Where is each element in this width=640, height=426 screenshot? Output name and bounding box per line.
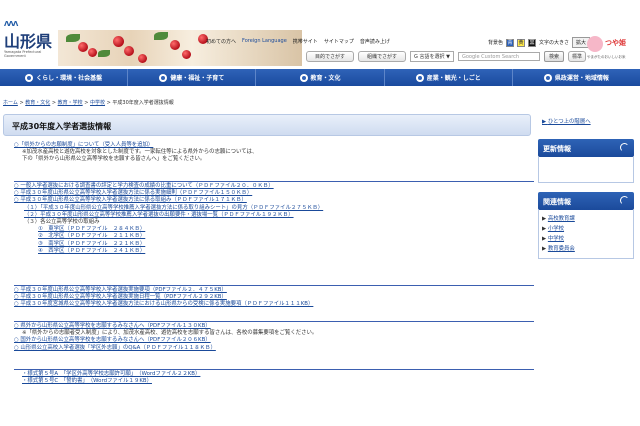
overseas-guide-link[interactable]: ○ 国外から山形県公立高等学校を志願するみなさんへ（PDFファイル２０６KB）	[14, 337, 534, 344]
search-button[interactable]: 検索	[543, 51, 564, 62]
google-translate-select[interactable]: G 言語を選択 ▼	[410, 51, 454, 62]
related-item[interactable]: ▶ 小学校	[542, 224, 630, 234]
news-heading: 更新情報	[538, 139, 634, 157]
bg-color-yellow-button[interactable]: 黄	[517, 38, 526, 47]
nav-item-living[interactable]: くらし・環境・社会基盤	[0, 69, 129, 86]
related-body: ▶ 高校教育課 ▶ 小学校 ▶ 中学校 ▶ 教育委員会	[538, 210, 634, 259]
outside-applicant-note-2: 下の「県外から山形県公立高等学校を志願する皆さんへ」をご覧ください。	[22, 156, 206, 163]
breadcrumb-school[interactable]: 教育・学校	[58, 100, 83, 106]
list-item-link[interactable]: ○ 平成３０年度宮城県公立高等学校入学者選抜方法における山形県からの受検に係る実…	[14, 301, 534, 308]
district-link-north[interactable]: ② 北学区（ＰＤＦファイル ２１１ＫＢ）	[38, 233, 534, 240]
site-header: ΛΛΛ 山形県 Yamagata Prefectural Government …	[0, 0, 640, 68]
translate-label: 言語を選択	[419, 54, 445, 60]
search-input[interactable]: Google Custom Search	[457, 52, 540, 61]
site-logo[interactable]: ΛΛΛ 山形県 Yamagata Prefectural Government	[4, 20, 56, 66]
district-link-south[interactable]: ③ 南学区（ＰＤＦファイル ２２１ＫＢ）	[38, 241, 534, 248]
nav-bullet-icon	[159, 73, 168, 82]
logo-text: 山形県	[4, 32, 53, 51]
form-link[interactable]: ・様式第５号C 「誓約書」 （Wordファイル１９KB）	[22, 378, 534, 385]
divider	[14, 285, 534, 286]
main-navigation: くらし・環境・社会基盤 健康・福祉・子育て 教育・文化 産業・観光・しごと 県政…	[0, 69, 640, 86]
rss-icon[interactable]	[620, 143, 629, 152]
section-applicants-guide: ○ 県外から山形県公立高等学校を志願するみなさんへ（PDFファイル１３０KB） …	[14, 320, 534, 352]
main-content: 平成30年度入学者選抜情報 ○「県外からの志願制度」について（受入人員等を追加）…	[0, 114, 534, 426]
nav-bullet-icon	[415, 73, 424, 82]
text-size-label: 文字の大きさ	[539, 40, 570, 46]
nav-label: 県政運営・地域情報	[554, 75, 609, 82]
related-item[interactable]: ▶ 中学校	[542, 234, 630, 244]
section-selection-methods: ○ 一般入学者選抜における調査書の評定と学力検査の成績の比重について（ＰＤＦファ…	[14, 180, 534, 255]
nav-item-industry[interactable]: 産業・観光・しごと	[385, 69, 513, 86]
tsuyahime-banner[interactable]: つや姫 やまがたのおいしいお米	[587, 36, 637, 66]
section-guidelines: ○ 平成３０年度山形県公立高等学校入学者選抜実施要項（PDFファイル２．４７５K…	[14, 284, 534, 309]
bg-color-blue-button[interactable]: 青	[506, 38, 515, 47]
breadcrumb-current: 平成30年度入学者選抜情報	[112, 100, 174, 106]
utility-link-sitemap[interactable]: サイトマップ	[324, 38, 354, 45]
qa-link[interactable]: ○ 山形県公立高校入学者選抜「学区外志願」のQ&A（ＰＤＦファイル１１８ＫＢ）	[14, 345, 534, 352]
breadcrumb-culture[interactable]: 教育・文化	[25, 100, 50, 106]
related-heading: 関連情報	[538, 192, 634, 210]
nav-label: 健康・福祉・子育て	[170, 75, 225, 82]
nav-bullet-icon	[543, 73, 552, 82]
standard-text-button[interactable]: 標準	[567, 51, 586, 62]
divider	[14, 181, 534, 182]
nav-bullet-icon	[299, 73, 308, 82]
nav-bullet-icon	[25, 73, 34, 82]
divider	[14, 369, 534, 370]
sidebar: ▶ ひとつ上の階層へ 更新情報 関連情報 ▶ 高校教育課 ▶ 小学校 ▶ 中学校…	[538, 114, 634, 259]
background-color-label: 背景色	[488, 40, 504, 46]
news-body	[538, 157, 634, 183]
search-bar-row: 目的でさがす 組織でさがす G 言語を選択 ▼ Google Custom Se…	[306, 51, 586, 62]
divider	[14, 321, 534, 322]
utility-link-read-aloud[interactable]: 音声読み上げ	[360, 38, 390, 45]
section-outside-applicants: ○「県外からの志願制度」について（受入人員等を追加） ※加茂水産高校と遊佐高校を…	[14, 142, 534, 164]
nav-item-education[interactable]: 教育・文化	[256, 69, 385, 86]
breadcrumb-junior-high[interactable]: 中学校	[90, 100, 105, 106]
section-forms: ・様式第５号A 「学区外高等学校志願許可願」 （Wordファイル２２KB） ・様…	[14, 368, 534, 385]
nav-label: 産業・観光・しごと	[426, 75, 481, 82]
mascot-name: つや姫	[605, 39, 626, 47]
page-title: 平成30年度入学者選抜情報	[3, 114, 531, 136]
list-item-link[interactable]: （２）平成３０年度山形県公立高等学校推薦入学者選抜の出願要件・選抜場一覧（ＰＤＦ…	[24, 212, 534, 219]
search-by-purpose-button[interactable]: 目的でさがす	[306, 51, 355, 62]
list-item-link[interactable]: ○ 平成３０年度山形県公立高等学校入学者選抜方法に係る取組み（ＰＤＦファイル１７…	[14, 197, 534, 204]
nav-item-administration[interactable]: 県政運営・地域情報	[513, 69, 640, 86]
accessibility-tools: 背景色 青 黄 黒 文字の大きさ 拡大	[488, 37, 591, 48]
utility-link-foreign-language[interactable]: Foreign Language	[242, 38, 287, 44]
utility-link-beginners[interactable]: 初めての方へ	[206, 38, 236, 45]
nav-label: 教育・文化	[310, 75, 341, 82]
list-item-link[interactable]: （１）「平成３０年度山形県公立高等学校推薦入学者選抜方法に係る取り組みシート」の…	[24, 205, 534, 212]
district-link-west[interactable]: ④ 西学区（ＰＤＦファイル ２４１ＫＢ）	[38, 248, 534, 255]
utility-nav: 初めての方へ Foreign Language 携帯サイト サイトマップ 音声読…	[206, 36, 390, 46]
nav-label: くらし・環境・社会基盤	[36, 75, 103, 82]
related-item[interactable]: ▶ 高校教育課	[542, 214, 630, 224]
breadcrumb-home[interactable]: ホーム	[3, 100, 18, 106]
mascot-tagline: やまがたのおいしいお米	[587, 55, 626, 59]
utility-link-mobile[interactable]: 携帯サイト	[293, 38, 318, 45]
related-item[interactable]: ▶ 教育委員会	[542, 244, 630, 254]
bg-color-black-button[interactable]: 黒	[528, 38, 537, 47]
breadcrumb: ホーム > 教育・文化 > 教育・学校 > 中学校 > 平成30年度入学者選抜情…	[3, 100, 174, 106]
search-by-organization-button[interactable]: 組織でさがす	[358, 51, 407, 62]
rss-icon[interactable]	[620, 196, 629, 205]
logo-mark: ΛΛΛ	[4, 20, 18, 28]
nav-item-health[interactable]: 健康・福祉・子育て	[128, 69, 257, 86]
up-one-level-link[interactable]: ▶ ひとつ上の階層へ	[542, 117, 634, 125]
mascot-icon	[587, 36, 603, 52]
logo-subtitle: Yamagata Prefectural Government	[4, 50, 42, 58]
